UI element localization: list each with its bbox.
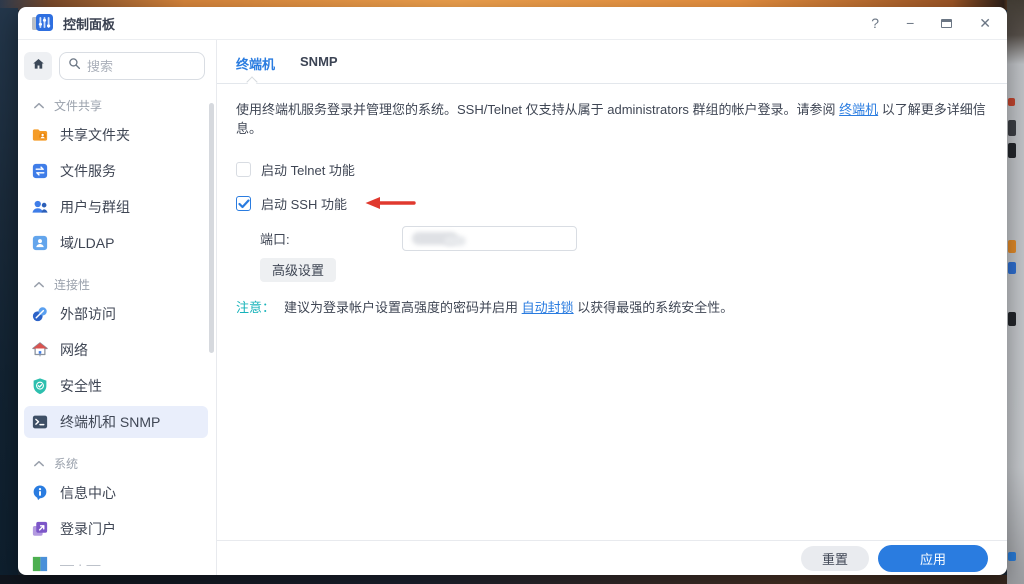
domain-ldap-icon xyxy=(31,234,49,252)
sidebar-item-partial[interactable]: — · — xyxy=(24,548,208,575)
control-panel-window: 控制面板 ? − ✕ xyxy=(18,7,1007,575)
apply-button[interactable]: 应用 xyxy=(878,545,988,572)
network-icon xyxy=(31,341,49,359)
desktop-edge-strip xyxy=(1007,0,1024,584)
desktop-icon-sliver xyxy=(1008,143,1016,158)
terminal-settings-content: 使用终端机服务登录并管理您的系统。SSH/Telnet 仅支持从属于 admin… xyxy=(217,84,1007,540)
enable-ssh-label: 启动 SSH 功能 xyxy=(261,194,347,213)
close-icon[interactable]: ✕ xyxy=(979,16,991,30)
desktop-icon-sliver xyxy=(1008,240,1016,253)
desktop-icon-sliver xyxy=(1008,552,1016,561)
search-input[interactable] xyxy=(87,59,187,74)
sidebar-section-system[interactable]: 系统 xyxy=(22,453,216,473)
sidebar-item-external-access[interactable]: 外部访问 xyxy=(24,298,208,330)
users-groups-icon xyxy=(31,198,49,216)
note-text: 注意：建议为登录帐户设置高强度的密码并启用 自动封锁 以获得最强的系统安全性。 xyxy=(236,299,987,318)
terminal-icon xyxy=(31,413,49,431)
sidebar-section-connectivity[interactable]: 连接性 xyxy=(22,274,216,294)
enable-telnet-checkbox[interactable] xyxy=(236,162,251,177)
desktop-icon-sliver xyxy=(1008,262,1016,274)
chevron-up-icon xyxy=(34,456,44,470)
home-button[interactable] xyxy=(24,52,52,80)
main-pane: 终端机 SNMP 使用终端机服务登录并管理您的系统。SSH/Telnet 仅支持… xyxy=(217,40,1007,575)
tab-terminal[interactable]: 终端机 xyxy=(236,54,275,73)
terminal-help-link[interactable]: 终端机 xyxy=(839,102,878,117)
help-icon[interactable]: ? xyxy=(871,16,879,30)
info-center-icon xyxy=(31,484,49,502)
desktop-wallpaper-bottom xyxy=(0,575,1024,584)
sidebar-scrollbar[interactable] xyxy=(209,103,214,353)
window-title: 控制面板 xyxy=(63,14,115,33)
port-value-redacted xyxy=(444,236,466,246)
external-access-icon xyxy=(31,305,49,323)
port-input[interactable] xyxy=(402,226,577,251)
auto-block-link[interactable]: 自动封锁 xyxy=(522,300,574,315)
annotation-arrow xyxy=(364,195,416,211)
sidebar-item-login-portal[interactable]: 登录门户 xyxy=(24,513,208,545)
control-panel-app-icon xyxy=(32,13,53,33)
login-portal-icon xyxy=(31,520,49,538)
tab-bar: 终端机 SNMP xyxy=(217,40,1007,73)
sidebar-item-network[interactable]: 网络 xyxy=(24,334,208,366)
sidebar-item-users-groups[interactable]: 用户与群组 xyxy=(24,191,208,223)
reset-button[interactable]: 重置 xyxy=(801,546,869,571)
enable-telnet-label: 启动 Telnet 功能 xyxy=(261,160,355,179)
desktop: 控制面板 ? − ✕ xyxy=(0,0,1024,584)
security-shield-icon xyxy=(31,377,49,395)
sidebar-item-domain-ldap[interactable]: 域/LDAP xyxy=(24,227,208,259)
sidebar-section-file-sharing[interactable]: 文件共享 xyxy=(22,95,216,115)
sidebar: 文件共享 共享文件夹 文件服务 xyxy=(18,40,217,575)
note-label: 注意： xyxy=(236,300,275,315)
minimize-icon[interactable]: − xyxy=(906,16,914,30)
sidebar-item-shared-folders[interactable]: 共享文件夹 xyxy=(24,119,208,151)
search-box[interactable] xyxy=(59,52,205,80)
sidebar-item-terminal-snmp[interactable]: 终端机和 SNMP xyxy=(24,406,208,438)
sidebar-item-info-center[interactable]: 信息中心 xyxy=(24,477,208,509)
search-icon xyxy=(68,57,81,75)
advanced-settings-button[interactable]: 高级设置 xyxy=(260,258,336,282)
partial-icon xyxy=(31,555,49,573)
action-bar: 重置 应用 xyxy=(217,540,1007,575)
sidebar-item-file-services[interactable]: 文件服务 xyxy=(24,155,208,187)
desktop-icon-sliver xyxy=(1008,120,1016,136)
shared-folder-icon xyxy=(31,126,49,144)
file-services-icon xyxy=(31,162,49,180)
description-text: 使用终端机服务登录并管理您的系统。SSH/Telnet 仅支持从属于 admin… xyxy=(236,101,987,139)
enable-ssh-checkbox[interactable] xyxy=(236,196,251,211)
sidebar-item-security[interactable]: 安全性 xyxy=(24,370,208,402)
chevron-up-icon xyxy=(34,277,44,291)
desktop-wallpaper-left xyxy=(0,8,18,578)
titlebar: 控制面板 ? − ✕ xyxy=(18,7,1007,40)
tab-snmp[interactable]: SNMP xyxy=(300,54,338,73)
chevron-up-icon xyxy=(34,98,44,112)
home-icon xyxy=(31,57,46,76)
desktop-icon-sliver xyxy=(1008,98,1015,106)
tab-divider xyxy=(217,83,1007,84)
maximize-icon[interactable] xyxy=(941,19,952,28)
port-label: 端口: xyxy=(260,229,402,248)
desktop-icon-sliver xyxy=(1008,312,1016,326)
